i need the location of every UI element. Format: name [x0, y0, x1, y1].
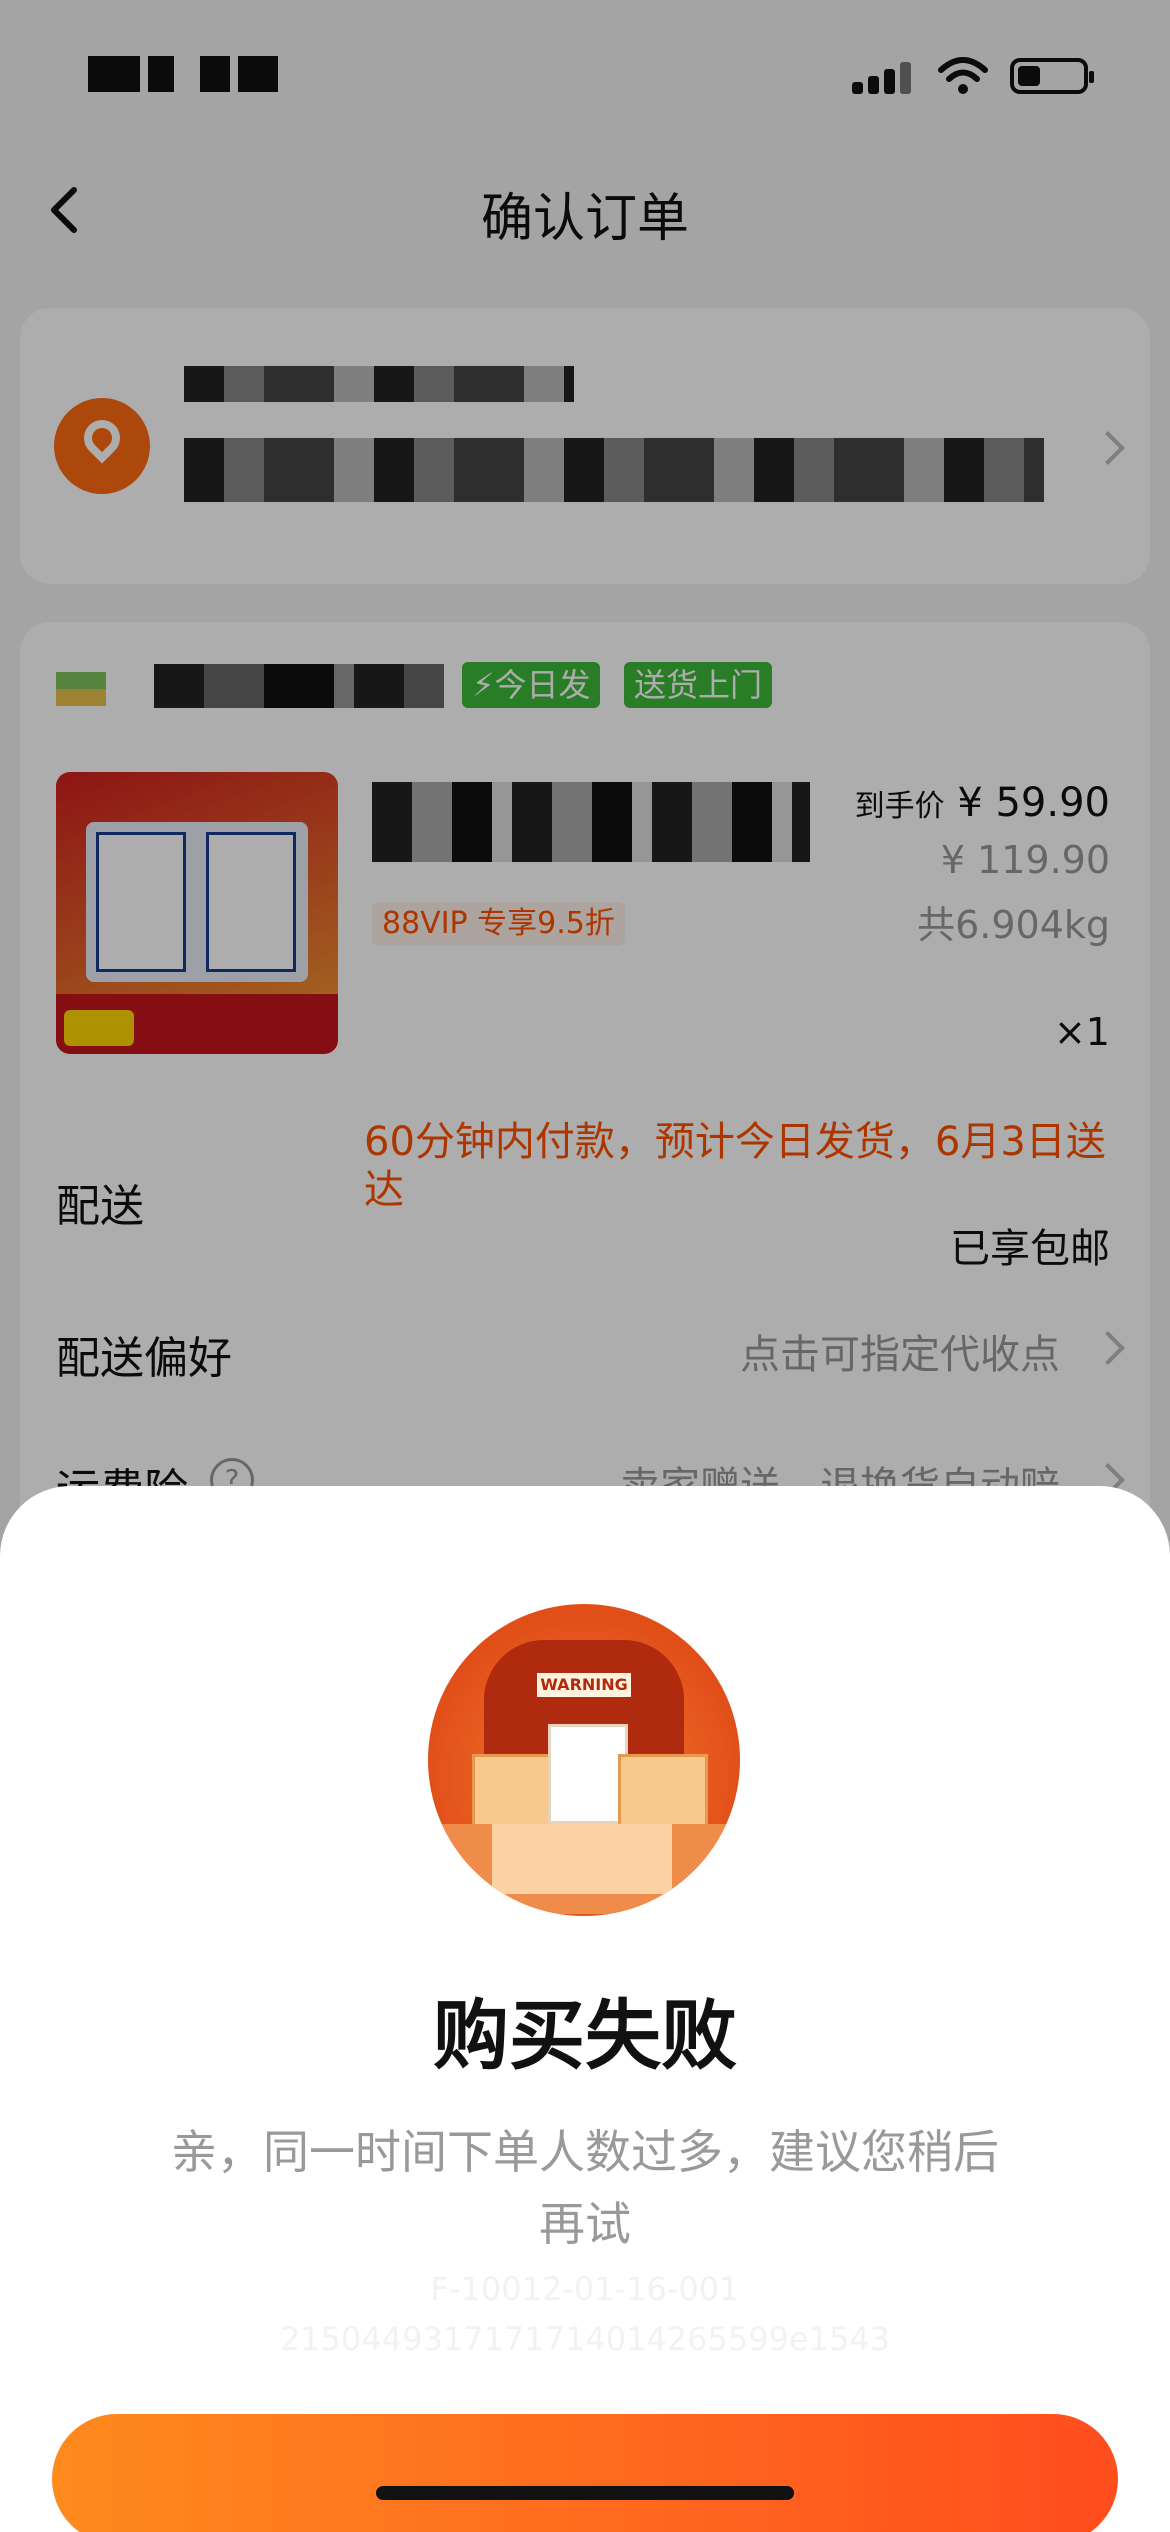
- home-indicator[interactable]: [376, 2486, 794, 2500]
- dialog-title: 购买失败: [433, 1991, 737, 2080]
- warning-truck-illustration: WARNING: [428, 1604, 740, 1916]
- error-code-line: 2150449317171714014265599e1543: [279, 2320, 891, 2358]
- purchase-failed-sheet: WARNING 购买失败 亲，同一时间下单人数过多，建议您稍后再试 F-1001…: [0, 1486, 1170, 2532]
- confirm-button[interactable]: [52, 2414, 1118, 2532]
- dialog-message: 亲，同一时间下单人数过多，建议您稍后再试: [171, 2125, 999, 2251]
- warning-sign: WARNING: [534, 1670, 634, 1700]
- error-code: F-10012-01-16-001 2150449317171714014265…: [0, 2264, 1170, 2364]
- error-code-line: F-10012-01-16-001: [430, 2270, 740, 2308]
